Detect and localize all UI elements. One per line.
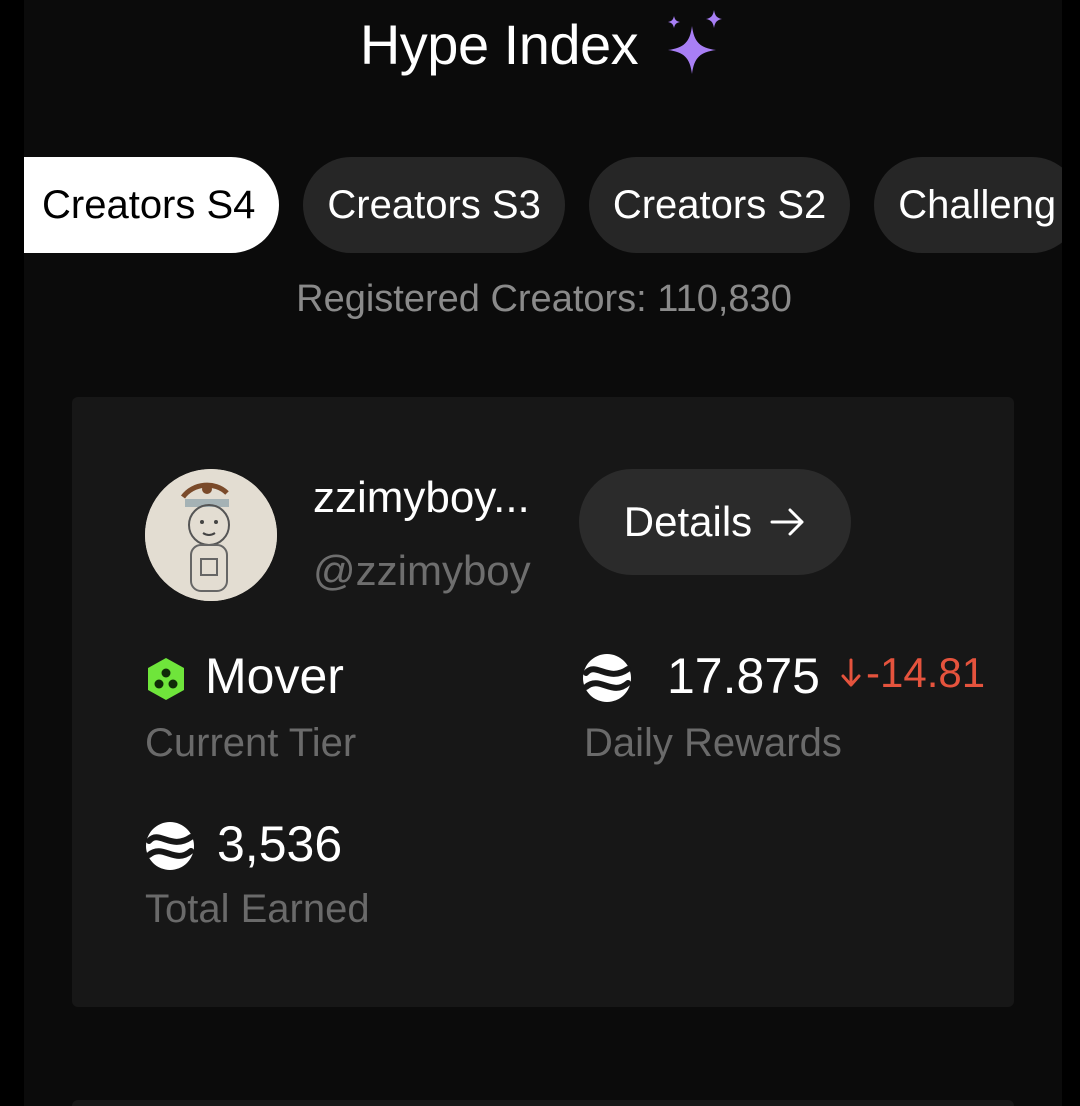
total-earned-value: 3,536 (217, 816, 343, 872)
tab-creators-s2[interactable]: Creators S2 (588, 157, 851, 253)
avatar[interactable] (145, 469, 277, 601)
tier-value: Mover (205, 648, 344, 704)
season-tabs: Creators S4 Creators S3 Creators S2 Chal… (24, 157, 1062, 253)
details-button-label: Details (623, 498, 753, 545)
daily-rewards-value: 17.875 (667, 648, 820, 704)
details-button[interactable]: Details (579, 469, 851, 575)
next-creator-card (72, 1100, 1014, 1106)
page-title: Hype Index (359, 12, 639, 76)
daily-rewards-delta-value: -14.81 (866, 649, 986, 696)
creator-handle: @zzimyboy (313, 547, 531, 594)
tier-label: Current Tier (145, 721, 357, 765)
avatar-drawing (145, 469, 277, 601)
creator-display-name: zzimyboy... (313, 473, 530, 522)
hype-index-panel: Hype Index Creators S4 Creators S3 Creat… (24, 0, 1062, 1106)
creator-card: zzimyboy... @zzimyboy Details Mover Curr… (72, 397, 1014, 1007)
arrow-right-icon (770, 508, 804, 536)
header: Hype Index (24, 6, 1062, 82)
coin-icon (146, 822, 194, 870)
total-earned-label: Total Earned (145, 887, 370, 931)
tab-creators-s4[interactable]: Creators S4 (24, 157, 280, 253)
daily-rewards-label: Daily Rewards (584, 721, 842, 765)
coin-icon (583, 654, 631, 702)
arrow-down-icon (841, 658, 861, 687)
registered-creators-count: Registered Creators: 110,830 (296, 278, 792, 320)
tab-creators-s3[interactable]: Creators S3 (303, 157, 565, 253)
tab-challenges[interactable]: Challeng (874, 157, 1062, 253)
tier-mover-icon (148, 658, 184, 700)
daily-rewards-delta: -14.81 (840, 649, 985, 697)
sparkle-icon (668, 10, 723, 74)
